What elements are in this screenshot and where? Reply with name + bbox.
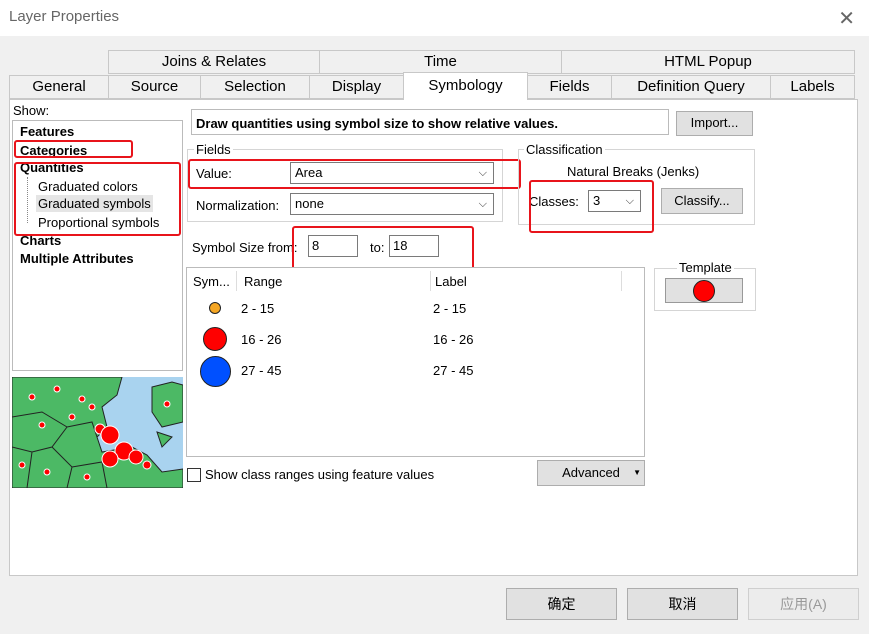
table-header-label[interactable]: Label	[435, 274, 467, 289]
classification-method: Natural Breaks (Jenks)	[567, 164, 700, 179]
tab-joins-relates[interactable]: Joins & Relates	[108, 50, 320, 74]
tab-definition-query[interactable]: Definition Query	[611, 75, 771, 99]
cancel-button[interactable]: 取消	[627, 588, 738, 620]
import-button[interactable]: Import...	[676, 111, 753, 136]
show-label: Show:	[13, 103, 50, 118]
title-bar	[0, 0, 869, 36]
ok-button[interactable]: 确定	[506, 588, 617, 620]
class-label[interactable]: 2 - 15	[433, 301, 466, 316]
class-table	[186, 267, 645, 457]
template-symbol-button[interactable]	[665, 278, 743, 303]
map-preview	[12, 377, 183, 488]
class-symbol-medium[interactable]	[203, 327, 227, 351]
advanced-button-label: Advanced	[562, 465, 620, 480]
class-symbol-large[interactable]	[200, 356, 231, 387]
highlight-quantities	[14, 162, 181, 236]
tab-selection[interactable]: Selection	[200, 75, 310, 99]
normalization-label: Normalization:	[196, 198, 280, 213]
tab-symbology[interactable]: Symbology	[403, 72, 528, 100]
class-range[interactable]: 2 - 15	[241, 301, 274, 316]
classify-button[interactable]: Classify...	[661, 188, 743, 214]
symbol-size-from-label: Symbol Size from:	[192, 240, 298, 255]
class-label[interactable]: 16 - 26	[433, 332, 473, 347]
table-header-symbol[interactable]: Sym...	[193, 274, 230, 289]
show-ranges-label[interactable]: Show class ranges using feature values	[205, 467, 434, 482]
window-title: Layer Properties	[9, 8, 120, 25]
header-divider	[621, 271, 622, 291]
template-symbol	[693, 280, 715, 302]
highlight-classes	[529, 180, 654, 233]
tab-display[interactable]: Display	[309, 75, 404, 99]
highlight-categories	[14, 140, 133, 158]
header-divider	[236, 271, 237, 291]
header-divider	[430, 271, 431, 291]
class-range[interactable]: 16 - 26	[241, 332, 281, 347]
class-symbol-small[interactable]	[209, 302, 221, 314]
advanced-button[interactable]: Advanced ▼	[537, 460, 645, 486]
description-text: Draw quantities using symbol size to sho…	[196, 116, 558, 131]
tab-time[interactable]: Time	[319, 50, 562, 74]
apply-button[interactable]: 应用(A)	[748, 588, 859, 620]
normalization-dropdown[interactable]: none ⌵	[290, 193, 494, 215]
dropdown-arrow-icon: ▼	[633, 468, 641, 477]
template-label: Template	[677, 260, 734, 275]
chevron-down-icon: ⌵	[478, 198, 487, 210]
tab-html-popup[interactable]: HTML Popup	[561, 50, 855, 74]
normalization-dropdown-text: none	[295, 196, 324, 211]
show-ranges-checkbox[interactable]	[187, 468, 201, 482]
class-label[interactable]: 27 - 45	[433, 363, 473, 378]
table-header-range[interactable]: Range	[244, 274, 282, 289]
highlight-value-field	[188, 159, 521, 189]
classification-group-label: Classification	[524, 142, 605, 157]
tab-general[interactable]: General	[9, 75, 109, 99]
tab-fields[interactable]: Fields	[527, 75, 612, 99]
tree-item-features[interactable]: Features	[20, 124, 74, 139]
fields-group-label: Fields	[194, 142, 233, 157]
tab-labels[interactable]: Labels	[770, 75, 855, 99]
close-icon[interactable]: ✕	[838, 6, 855, 31]
class-range[interactable]: 27 - 45	[241, 363, 281, 378]
tab-source[interactable]: Source	[108, 75, 201, 99]
tree-item-multiple-attributes[interactable]: Multiple Attributes	[20, 251, 134, 266]
